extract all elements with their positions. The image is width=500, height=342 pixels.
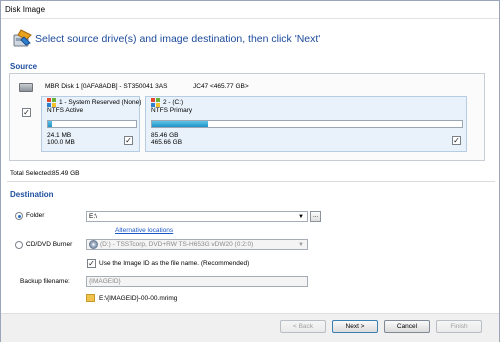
partition-2-fs: NTFS Primary xyxy=(151,107,193,114)
alternative-locations-link[interactable]: Alternative locations xyxy=(115,227,173,234)
finish-button[interactable]: Finish xyxy=(436,320,482,333)
section-divider xyxy=(7,181,495,182)
next-button[interactable]: Next > xyxy=(332,320,378,333)
backup-filename-input[interactable]: {IMAGEID} xyxy=(86,276,308,287)
partition-1-usage-bar xyxy=(47,120,137,128)
disk-size: JC47 <465.77 GB> xyxy=(193,83,249,90)
hard-disk-icon xyxy=(19,83,33,92)
partition-1-fs: NTFS Active xyxy=(47,107,84,114)
cd-dvd-value: (D:) - TSSTcorp, DVD+RW TS-H653G vDW20 (… xyxy=(100,241,254,248)
disk-image-window: Disk Image Select source drive(s) and im… xyxy=(0,0,500,342)
browse-button[interactable]: ... xyxy=(310,211,321,222)
cd-drive-icon xyxy=(89,240,98,249)
partition-2-checkbox[interactable]: ✓ xyxy=(452,136,461,145)
disk-title: MBR Disk 1 [0AFA8ADB] - ST350041 3AS xyxy=(45,83,168,90)
partition-2-total: 465.66 GB xyxy=(151,139,183,146)
wizard-instruction: Select source drive(s) and image destina… xyxy=(35,33,321,45)
folder-radio[interactable] xyxy=(15,212,23,220)
dropdown-arrow-icon[interactable]: ▼ xyxy=(298,213,304,222)
partition-2-usage-fill xyxy=(152,121,208,127)
partition-2-usage-bar xyxy=(151,120,463,128)
dropdown-arrow-icon[interactable]: ▼ xyxy=(298,241,304,250)
cancel-button[interactable]: Cancel xyxy=(384,320,430,333)
disk-image-wizard-icon xyxy=(13,29,32,47)
folder-radio-label[interactable]: Folder xyxy=(26,212,44,219)
backup-filename-label: Backup filename: xyxy=(20,278,70,285)
source-section-label: Source xyxy=(10,62,38,71)
use-image-id-label[interactable]: Use the Image ID as the file name. (Reco… xyxy=(99,260,249,267)
partition-1-name: 1 - System Reserved (None) xyxy=(59,99,142,106)
windows-partition-icon xyxy=(47,98,56,107)
partition-1-checkbox[interactable]: ✓ xyxy=(124,136,133,145)
partition-1-usage-fill xyxy=(48,121,53,127)
partition-2-name: 2 - (C:) xyxy=(163,99,184,106)
windows-partition-icon xyxy=(151,98,160,107)
back-button[interactable]: < Back xyxy=(280,320,326,333)
cd-dvd-radio-label[interactable]: CD/DVD Burner xyxy=(26,241,72,248)
total-selected-value: 85.49 GB xyxy=(52,170,80,177)
cd-dvd-radio[interactable] xyxy=(15,241,23,249)
folder-icon xyxy=(86,294,95,302)
path-preview: E:\{IMAGEID}-00-00.mrimg xyxy=(99,295,178,302)
destination-section-label: Destination xyxy=(10,190,54,199)
folder-path-value: E:\ xyxy=(89,213,97,220)
wizard-header: Select source drive(s) and image destina… xyxy=(1,20,499,58)
use-image-id-checkbox[interactable]: ✓ xyxy=(87,259,96,268)
window-title: Disk Image xyxy=(1,1,499,19)
folder-path-combo[interactable]: E:\ ▼ xyxy=(86,211,308,222)
total-selected-label: Total Selected: xyxy=(10,170,53,177)
disk-checkbox[interactable]: ✓ xyxy=(22,108,31,117)
partition-1-total: 100.0 MB xyxy=(47,139,75,146)
cd-dvd-combo[interactable]: (D:) - TSSTcorp, DVD+RW TS-H653G vDW20 (… xyxy=(86,239,308,250)
